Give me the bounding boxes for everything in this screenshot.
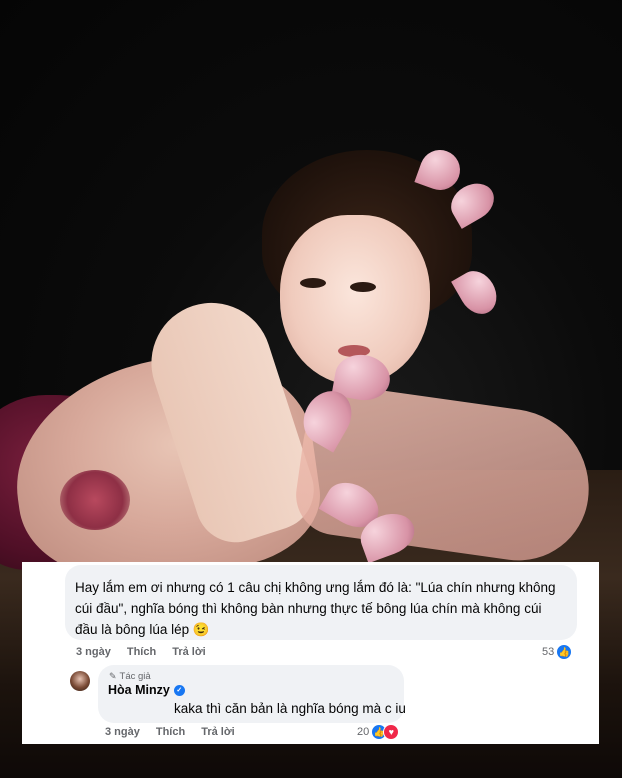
author-badge: ✎ Tác giả [109, 671, 151, 682]
love-icon: ♥ [383, 724, 400, 740]
author-tag-label: Tác giả [119, 671, 151, 682]
author-name-row[interactable]: Hòa Minzy ✓ [108, 683, 185, 697]
avatar[interactable] [70, 671, 90, 691]
comments-panel: Hay lắm em ơi nhưng có 1 câu chị không ư… [22, 562, 599, 744]
reply-reactions[interactable]: 20 👍 ♥ [357, 724, 400, 740]
author-name[interactable]: Hòa Minzy [108, 683, 170, 697]
comment-text: Hay lắm em ơi nhưng có 1 câu chị không ư… [75, 580, 556, 637]
comment-bubble: Hay lắm em ơi nhưng có 1 câu chị không ư… [65, 565, 577, 640]
like-link[interactable]: Thích [127, 646, 156, 658]
reply-actions: 3 ngày Thích Trả lời [105, 726, 251, 738]
like-link[interactable]: Thích [156, 726, 185, 738]
reaction-count: 20 [357, 726, 370, 738]
comment-time: 3 ngày [76, 646, 111, 658]
reaction-count: 53 [542, 646, 555, 658]
right-eye [350, 282, 376, 292]
pencil-icon: ✎ [109, 671, 117, 681]
reply-link[interactable]: Trả lời [201, 726, 235, 738]
left-eye [300, 278, 326, 288]
like-icon: 👍 [556, 644, 573, 660]
reply-text: kaka thì căn bản là nghĩa bóng mà c iu [174, 701, 406, 716]
comment-actions: 3 ngày Thích Trả lời [76, 646, 222, 658]
reply-link[interactable]: Trả lời [172, 646, 206, 658]
comment-reactions[interactable]: 53 👍 [542, 644, 573, 660]
dress-flower-print [60, 470, 130, 530]
verified-badge-icon: ✓ [173, 684, 185, 696]
reply-time: 3 ngày [105, 726, 140, 738]
